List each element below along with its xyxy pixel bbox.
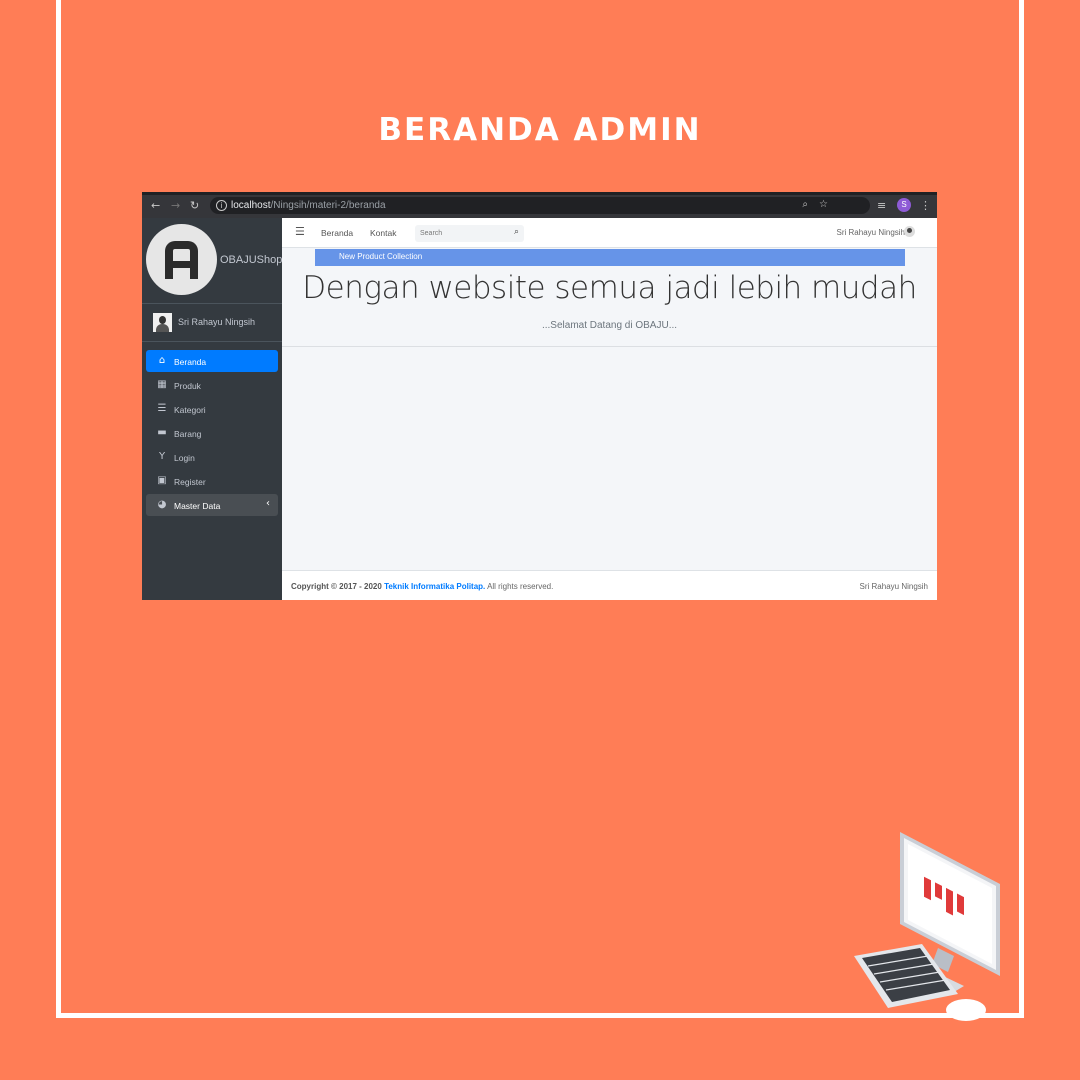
sidebar-item-barang[interactable]: ▬ Barang (146, 422, 278, 444)
search-input[interactable]: Search ⌕ (415, 225, 524, 242)
computer-illustration (854, 832, 1000, 1021)
avatar (153, 313, 172, 332)
chevron-left-icon: ‹ (266, 498, 270, 509)
navbar-avatar[interactable] (904, 226, 915, 237)
sidebar: OBAJUShop Sri Rahayu Ningsih ⌂ Beranda ▦… (142, 218, 282, 600)
playlist-icon[interactable]: ≡ (877, 199, 886, 212)
list-icon: ☰ (157, 403, 167, 414)
zoom-icon[interactable]: ⌕ (802, 199, 808, 210)
search-placeholder: Search (420, 230, 443, 237)
brand[interactable]: OBAJUShop (142, 218, 282, 304)
divider (282, 346, 937, 347)
address-bar[interactable]: i localhost/Ningsih/materi-2/beranda ⌕ ☆ (210, 197, 870, 214)
footer-copyright: Copyright © 2017 - 2020 Teknik Informati… (291, 582, 554, 591)
banner-text: New Product Collection (339, 252, 423, 261)
archive-icon: ▬ (157, 427, 167, 438)
kebab-menu-icon[interactable]: ⋮ (920, 199, 931, 212)
address-book-icon: ▣ (157, 475, 167, 486)
back-icon[interactable]: ← (151, 199, 160, 212)
sidebar-item-kategori[interactable]: ☰ Kategori (146, 398, 278, 420)
dashboard-icon: ◕ (157, 499, 167, 510)
footer-link[interactable]: Teknik Informatika Politap. (384, 582, 485, 591)
brand-name: OBAJUShop (220, 254, 283, 266)
nav-link-beranda[interactable]: Beranda (321, 228, 353, 238)
footer: Copyright © 2017 - 2020 Teknik Informati… (282, 570, 937, 600)
user-panel[interactable]: Sri Rahayu Ningsih (142, 304, 282, 342)
forward-icon[interactable]: → (171, 199, 180, 212)
navbar-user-name[interactable]: Sri Rahayu Ningsih (837, 228, 905, 237)
browser-toolbar: ← → ↻ i localhost/Ningsih/materi-2/beran… (142, 192, 937, 218)
login-icon: Y (158, 451, 166, 462)
info-icon[interactable]: i (216, 200, 227, 211)
url-text: localhost/Ningsih/materi-2/beranda (231, 200, 386, 211)
nav-link-kontak[interactable]: Kontak (370, 228, 396, 238)
sidebar-item-beranda[interactable]: ⌂ Beranda (146, 350, 278, 372)
slide-title: BERANDA ADMIN (378, 112, 702, 148)
sidebar-menu: ⌂ Beranda ▦ Produk ☰ Kategori ▬ Barang Y… (146, 350, 278, 518)
star-icon[interactable]: ☆ (819, 199, 828, 210)
screenshot: ← → ↻ i localhost/Ningsih/materi-2/beran… (142, 192, 937, 600)
top-navbar: ☰ Beranda Kontak Search ⌕ Sri Rahayu Nin… (282, 218, 937, 248)
brand-logo (146, 224, 217, 295)
search-icon[interactable]: ⌕ (514, 227, 519, 237)
sidebar-item-login[interactable]: Y Login (146, 446, 278, 468)
sidebar-item-register[interactable]: ▣ Register (146, 470, 278, 492)
page-headline: Dengan website semua jadi lebih mudah (302, 270, 917, 306)
grid-icon: ▦ (157, 379, 167, 390)
profile-avatar[interactable]: S (897, 198, 911, 212)
sidebar-item-produk[interactable]: ▦ Produk (146, 374, 278, 396)
sidebar-item-master-data[interactable]: ◕ Master Data ‹ (146, 494, 278, 516)
user-name: Sri Rahayu Ningsih (178, 317, 256, 327)
welcome-text: ...Selamat Datang di OBAJU... (541, 320, 678, 331)
collection-banner[interactable]: New Product Collection (315, 249, 905, 266)
footer-author: Sri Rahayu Ningsih (859, 582, 928, 591)
reload-icon[interactable]: ↻ (190, 199, 199, 212)
hamburger-icon[interactable]: ☰ (295, 225, 305, 238)
home-icon: ⌂ (158, 355, 166, 366)
